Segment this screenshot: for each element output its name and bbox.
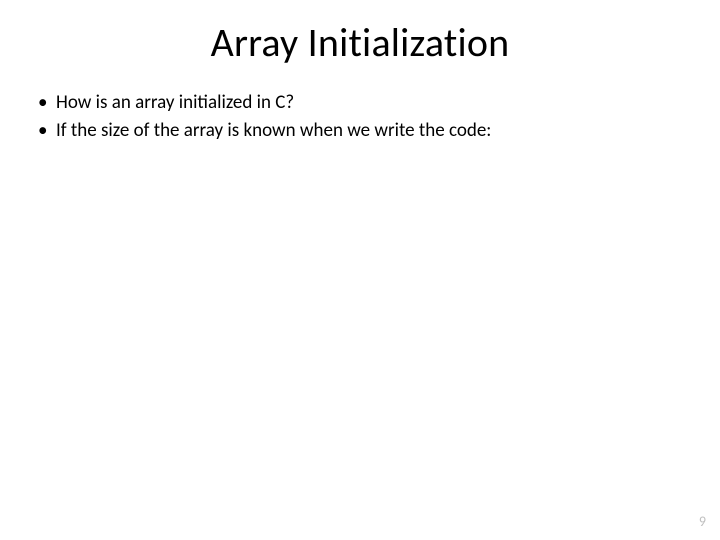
bullet-list: How is an array initialized in C? If the… (36, 90, 684, 143)
slide-title: Array Initialization (0, 18, 720, 67)
slide-body: How is an array initialized in C? If the… (36, 90, 684, 145)
page-number: 9 (699, 513, 706, 530)
list-item: If the size of the array is known when w… (36, 118, 684, 144)
slide: Array Initialization How is an array ini… (0, 0, 720, 540)
list-item: How is an array initialized in C? (36, 90, 684, 116)
